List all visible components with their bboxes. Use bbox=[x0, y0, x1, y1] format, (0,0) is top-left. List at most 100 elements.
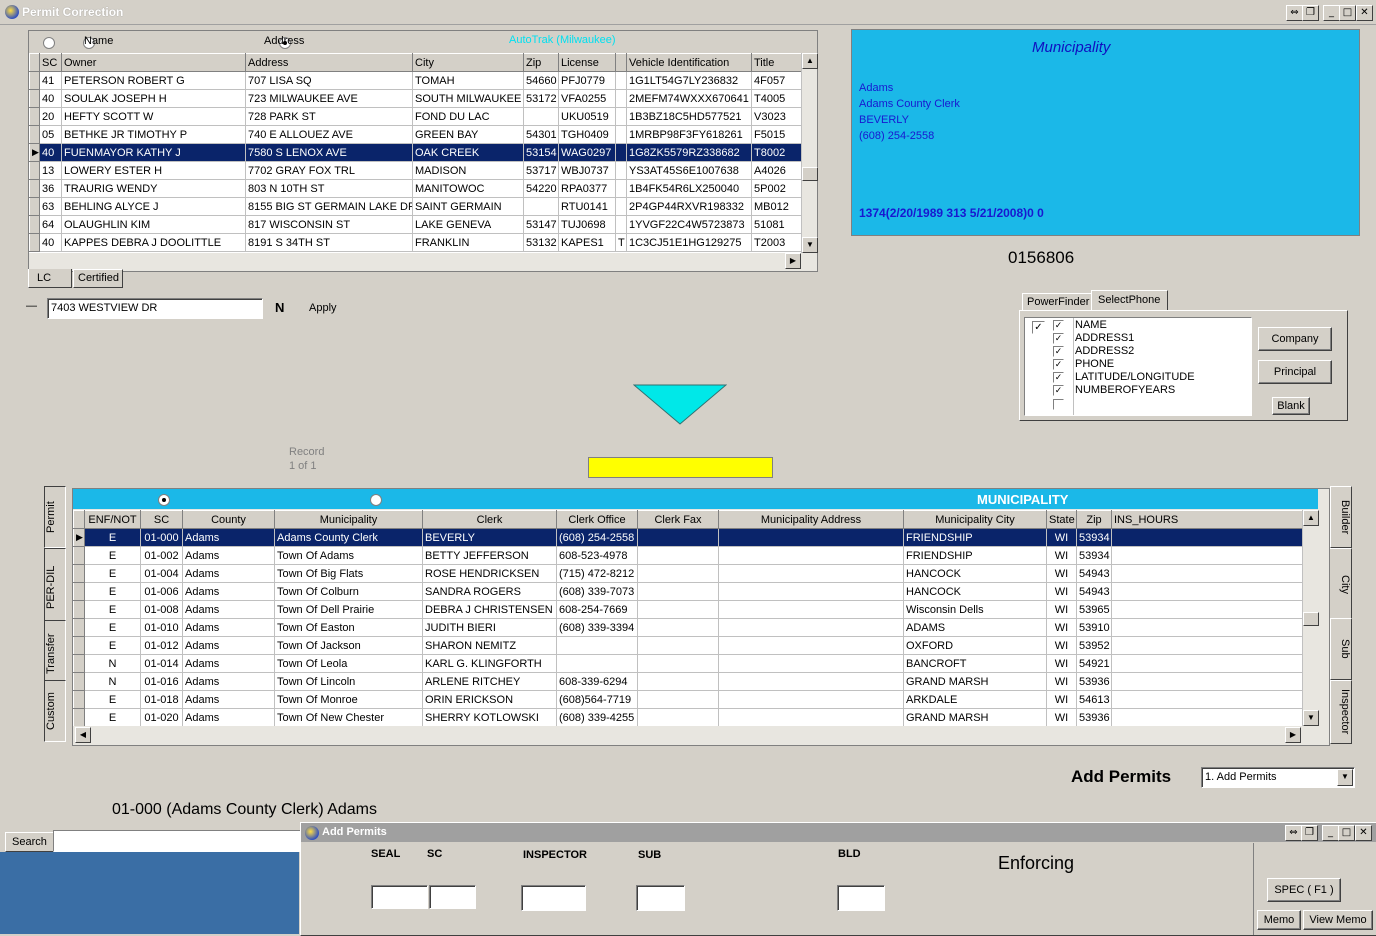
table-cell[interactable]: 7702 GRAY FOX TRL bbox=[245, 161, 413, 180]
sub-close-button[interactable]: ✕ bbox=[1355, 825, 1372, 841]
table-cell[interactable]: 2P4GP44RXVR198332 bbox=[626, 197, 752, 216]
table-cell[interactable]: 54613 bbox=[1076, 690, 1112, 709]
muni-col-header[interactable]: Municipality Address bbox=[718, 510, 904, 529]
table-cell[interactable]: UKU0519 bbox=[558, 107, 616, 126]
table-cell[interactable]: Adams bbox=[182, 528, 275, 547]
table-row[interactable]: 41 PETERSON ROBERT G 707 LISA SQ TOMAH 54660… bbox=[29, 71, 801, 90]
table-cell[interactable]: 2MEFM74WXXX670641 bbox=[626, 89, 752, 108]
table-cell[interactable] bbox=[615, 71, 627, 90]
search-input[interactable] bbox=[53, 830, 301, 852]
table-cell[interactable]: Town Of Big Flats bbox=[274, 564, 423, 583]
table-cell[interactable]: ROSE HENDRICKSEN bbox=[422, 564, 557, 583]
table-cell[interactable] bbox=[637, 564, 719, 583]
table-cell[interactable]: KAPPES DEBRA J DOOLITTLE bbox=[61, 233, 246, 252]
table-cell[interactable]: 53172 bbox=[523, 89, 559, 108]
table-cell[interactable] bbox=[718, 636, 904, 655]
table-cell[interactable]: YS3AT45S6E1007638 bbox=[626, 161, 752, 180]
table-cell[interactable]: 1B3BZ18C5HD577521 bbox=[626, 107, 752, 126]
table-row[interactable]: E 01-006 Adams Town Of Colburn SANDRA ROGERS… bbox=[73, 582, 1302, 601]
owner-col-header[interactable]: License bbox=[558, 53, 616, 72]
right-tab[interactable]: City bbox=[1328, 548, 1352, 620]
row-indicator[interactable] bbox=[29, 107, 40, 126]
table-cell[interactable]: JUDITH BIERI bbox=[422, 618, 557, 637]
table-cell[interactable] bbox=[718, 690, 904, 709]
table-cell[interactable] bbox=[637, 546, 719, 565]
table-cell[interactable]: 7580 S LENOX AVE bbox=[245, 143, 413, 162]
table-row[interactable]: 20 HEFTY SCOTT W 728 PARK ST FOND DU LAC UKU… bbox=[29, 107, 801, 126]
table-cell[interactable] bbox=[718, 564, 904, 583]
table-cell[interactable]: BETTY JEFFERSON bbox=[422, 546, 557, 565]
table-cell[interactable]: SANDRA ROGERS bbox=[422, 582, 557, 601]
table-cell[interactable]: Town Of Adams bbox=[274, 546, 423, 565]
table-cell[interactable]: KARL G. KLINGFORTH bbox=[422, 654, 557, 673]
table-cell[interactable]: 53952 bbox=[1076, 636, 1112, 655]
table-cell[interactable]: SOULAK JOSEPH H bbox=[61, 89, 246, 108]
field-checkbox[interactable]: ✓ bbox=[1053, 359, 1064, 370]
table-cell[interactable]: TOMAH bbox=[412, 71, 524, 90]
table-row[interactable]: E 01-012 Adams Town Of Jackson SHARON NEMITZ… bbox=[73, 636, 1302, 655]
table-cell[interactable] bbox=[523, 197, 559, 216]
blank-button[interactable]: Blank bbox=[1272, 397, 1310, 415]
owner-col-header[interactable]: City bbox=[412, 53, 524, 72]
table-row[interactable]: 13 LOWERY ESTER H 7702 GRAY FOX TRL MADISON… bbox=[29, 161, 801, 180]
table-cell[interactable]: HANCOCK bbox=[903, 564, 1047, 583]
table-cell[interactable]: WBJ0737 bbox=[558, 161, 616, 180]
left-tab[interactable]: Custom bbox=[44, 680, 66, 742]
owner-col-header[interactable]: Address bbox=[245, 53, 413, 72]
table-cell[interactable]: Town Of Dell Prairie bbox=[274, 600, 423, 619]
row-indicator[interactable] bbox=[73, 708, 85, 726]
table-row[interactable]: ▶ E 01-000 Adams Adams County Clerk BEVERLY (6… bbox=[73, 528, 1302, 547]
muni-col-header[interactable]: Zip bbox=[1076, 510, 1112, 529]
view-memo-button[interactable]: View Memo bbox=[1303, 910, 1373, 930]
current-row-arrow-icon[interactable]: ▶ bbox=[29, 143, 40, 162]
table-cell[interactable]: OXFORD bbox=[903, 636, 1047, 655]
table-cell[interactable]: Adams bbox=[182, 636, 275, 655]
table-row[interactable]: 40 KAPPES DEBRA J DOOLITTLE 8191 S 34TH ST… bbox=[29, 233, 801, 252]
table-cell[interactable]: (608) 339-3394 bbox=[556, 618, 638, 637]
table-cell[interactable]: BEHLING ALYCE J bbox=[61, 197, 246, 216]
table-cell[interactable] bbox=[637, 528, 719, 547]
table-cell[interactable]: (608) 339-4255 bbox=[556, 708, 638, 726]
table-cell[interactable]: 1MRBP98F3FY618261 bbox=[626, 125, 752, 144]
table-cell[interactable]: SOUTH MILWAUKEE bbox=[412, 89, 524, 108]
table-cell[interactable]: 1G8ZK5579RZ338682 bbox=[626, 143, 752, 162]
table-cell[interactable]: N bbox=[84, 654, 141, 673]
table-cell[interactable]: 41 bbox=[39, 71, 62, 90]
table-cell[interactable] bbox=[637, 600, 719, 619]
table-cell[interactable]: 01-010 bbox=[140, 618, 183, 637]
table-cell[interactable]: (608) 254-2558 bbox=[556, 528, 638, 547]
row-indicator[interactable] bbox=[73, 546, 85, 565]
table-cell[interactable]: E bbox=[84, 546, 141, 565]
muni-col-header[interactable]: Clerk bbox=[422, 510, 557, 529]
table-cell[interactable] bbox=[556, 654, 638, 673]
muni-col-header[interactable]: INS_HOURS bbox=[1111, 510, 1302, 529]
table-cell[interactable]: Wisconsin Dells bbox=[903, 600, 1047, 619]
chevron-down-icon[interactable]: ▼ bbox=[1337, 769, 1353, 786]
table-cell[interactable]: 1G1LT54G7LY236832 bbox=[626, 71, 752, 90]
table-cell[interactable] bbox=[1111, 528, 1302, 547]
table-cell[interactable]: Adams bbox=[182, 708, 275, 726]
table-cell[interactable] bbox=[718, 528, 904, 547]
table-cell[interactable] bbox=[615, 197, 627, 216]
muni-col-header[interactable]: Clerk Office bbox=[556, 510, 638, 529]
table-cell[interactable]: Town Of Lincoln bbox=[274, 672, 423, 691]
table-cell[interactable] bbox=[637, 708, 719, 726]
table-cell[interactable] bbox=[1111, 564, 1302, 583]
table-row[interactable]: E 01-018 Adams Town Of Monroe ORIN ERICKSON(… bbox=[73, 690, 1302, 709]
table-cell[interactable]: ORIN ERICKSON bbox=[422, 690, 557, 709]
table-cell[interactable]: WI bbox=[1046, 672, 1077, 691]
row-indicator[interactable] bbox=[29, 197, 40, 216]
table-cell[interactable]: 01-016 bbox=[140, 672, 183, 691]
muni-col-header[interactable]: ENF/NOT bbox=[84, 510, 141, 529]
row-indicator[interactable] bbox=[29, 125, 40, 144]
table-cell[interactable]: F5015 bbox=[751, 125, 801, 144]
table-cell[interactable]: Adams bbox=[182, 672, 275, 691]
table-cell[interactable]: 01-012 bbox=[140, 636, 183, 655]
table-cell[interactable]: 01-004 bbox=[140, 564, 183, 583]
row-indicator[interactable] bbox=[29, 233, 40, 252]
minimize-button[interactable]: _ bbox=[1323, 5, 1340, 21]
table-cell[interactable] bbox=[615, 89, 627, 108]
table-row[interactable]: E 01-010 Adams Town Of Easton JUDITH BIERI (6… bbox=[73, 618, 1302, 637]
table-cell[interactable] bbox=[718, 654, 904, 673]
table-cell[interactable]: (608) 339-7073 bbox=[556, 582, 638, 601]
